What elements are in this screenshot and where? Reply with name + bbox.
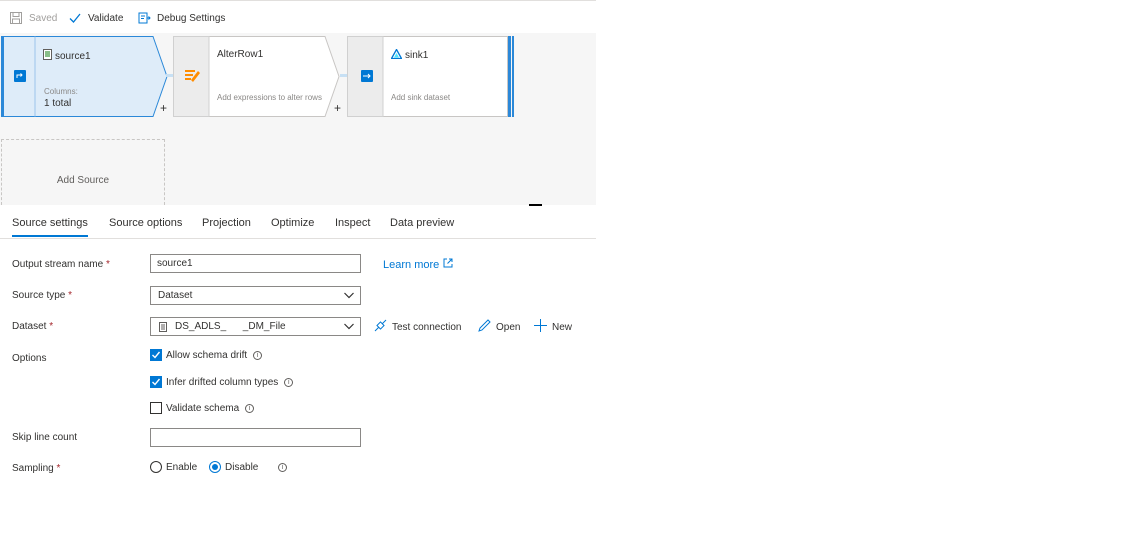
options-label: Options xyxy=(12,353,47,364)
tab-data-preview[interactable]: Data preview xyxy=(390,217,454,229)
add-transform-button-1[interactable]: + xyxy=(160,101,167,115)
checkbox-checked-icon xyxy=(150,349,162,361)
saved-status: Saved xyxy=(9,11,57,25)
tab-projection[interactable]: Projection xyxy=(202,217,251,229)
source-type-dropdown[interactable]: Dataset xyxy=(150,286,361,305)
sink1-node[interactable]: sink1 Add sink dataset xyxy=(347,36,515,117)
chevron-down-icon xyxy=(344,321,354,331)
new-dataset-button[interactable]: New xyxy=(534,319,572,335)
pencil-icon xyxy=(478,319,491,335)
chevron-down-icon xyxy=(344,290,354,300)
validate-label: Validate xyxy=(88,12,124,24)
plug-icon xyxy=(374,319,387,335)
sink1-title-text: sink1 xyxy=(405,50,429,61)
add-transform-button-2[interactable]: + xyxy=(334,101,341,115)
dataset-dropdown[interactable]: DS_ADLS_ _DM_File xyxy=(150,317,361,336)
source1-title-text: source1 xyxy=(55,50,91,62)
skip-line-count-input[interactable] xyxy=(150,428,361,447)
debug-settings-icon xyxy=(137,11,151,25)
save-icon xyxy=(9,11,23,25)
alterrow1-hint: Add expressions to alter rows xyxy=(217,93,322,102)
allow-schema-drift-checkbox[interactable]: Allow schema drift i xyxy=(150,349,263,361)
output-stream-name-input[interactable] xyxy=(150,254,361,273)
sink-node-icon xyxy=(361,70,373,85)
source-type-label: Source type * xyxy=(12,290,73,301)
source1-node[interactable]: source1 Columns: 1 total xyxy=(1,36,169,117)
sampling-disable-radio[interactable]: Disable xyxy=(209,461,258,473)
learn-more-link[interactable]: Learn more xyxy=(383,258,453,271)
source1-columns-value: 1 total xyxy=(44,98,72,109)
dataflow-canvas[interactable]: source1 Columns: 1 total + AlterRow1 Add… xyxy=(0,33,596,206)
infer-drifted-column-types-checkbox[interactable]: Infer drifted column types i xyxy=(150,376,294,388)
source1-title: source1 xyxy=(43,49,91,63)
skip-line-count-label: Skip line count xyxy=(12,432,78,443)
info-icon[interactable]: i xyxy=(245,403,255,413)
source-type-value: Dataset xyxy=(158,290,193,301)
alterrow1-node[interactable]: AlterRow1 Add expressions to alter rows xyxy=(173,36,341,117)
toolbar: Saved Validate Debug Settings xyxy=(0,0,596,34)
test-connection-button[interactable]: Test connection xyxy=(374,319,462,335)
alterrow1-title: AlterRow1 xyxy=(217,49,264,60)
tab-source-options[interactable]: Source options xyxy=(109,217,182,229)
sampling-enable-radio[interactable]: Enable xyxy=(150,461,197,473)
dataset-file-icon xyxy=(159,322,167,335)
checkbox-checked-icon xyxy=(150,376,162,388)
info-icon[interactable]: i xyxy=(278,463,287,472)
external-link-icon xyxy=(443,258,453,271)
sink-triangle-icon xyxy=(390,48,403,62)
sink1-hint: Add sink dataset xyxy=(391,93,451,102)
debug-settings-label: Debug Settings xyxy=(157,12,226,24)
open-dataset-button[interactable]: Open xyxy=(478,319,520,335)
saved-label: Saved xyxy=(29,12,58,24)
plus-icon xyxy=(534,319,547,335)
dataset-value: DS_ADLS_ _DM_File xyxy=(175,321,286,332)
alter-row-icon xyxy=(185,69,201,86)
validate-schema-checkbox[interactable]: Validate schema i xyxy=(150,402,255,414)
info-icon[interactable]: i xyxy=(284,377,294,387)
checkbox-unchecked-icon xyxy=(150,402,162,414)
dataset-label: Dataset * xyxy=(12,321,54,332)
output-stream-name-label: Output stream name * xyxy=(12,259,110,270)
add-source-button[interactable]: Add Source xyxy=(1,139,165,205)
checkmark-icon xyxy=(68,11,82,25)
tab-source-settings[interactable]: Source settings xyxy=(12,217,88,237)
source-node-icon xyxy=(14,70,26,85)
tab-optimize[interactable]: Optimize xyxy=(271,217,314,229)
add-source-label: Add Source xyxy=(56,175,110,186)
source-doc-icon xyxy=(43,49,52,63)
radio-unselected-icon xyxy=(150,461,162,473)
tab-inspect[interactable]: Inspect xyxy=(335,217,370,229)
debug-settings-button[interactable]: Debug Settings xyxy=(137,11,225,25)
sampling-label: Sampling * xyxy=(12,463,61,474)
settings-tabs: Source settings Source options Projectio… xyxy=(0,206,596,239)
info-icon[interactable]: i xyxy=(253,350,263,360)
validate-button[interactable]: Validate xyxy=(68,11,123,25)
source1-columns-label: Columns: xyxy=(44,87,78,96)
sink1-title: sink1 xyxy=(390,48,429,62)
radio-selected-icon xyxy=(209,461,221,473)
